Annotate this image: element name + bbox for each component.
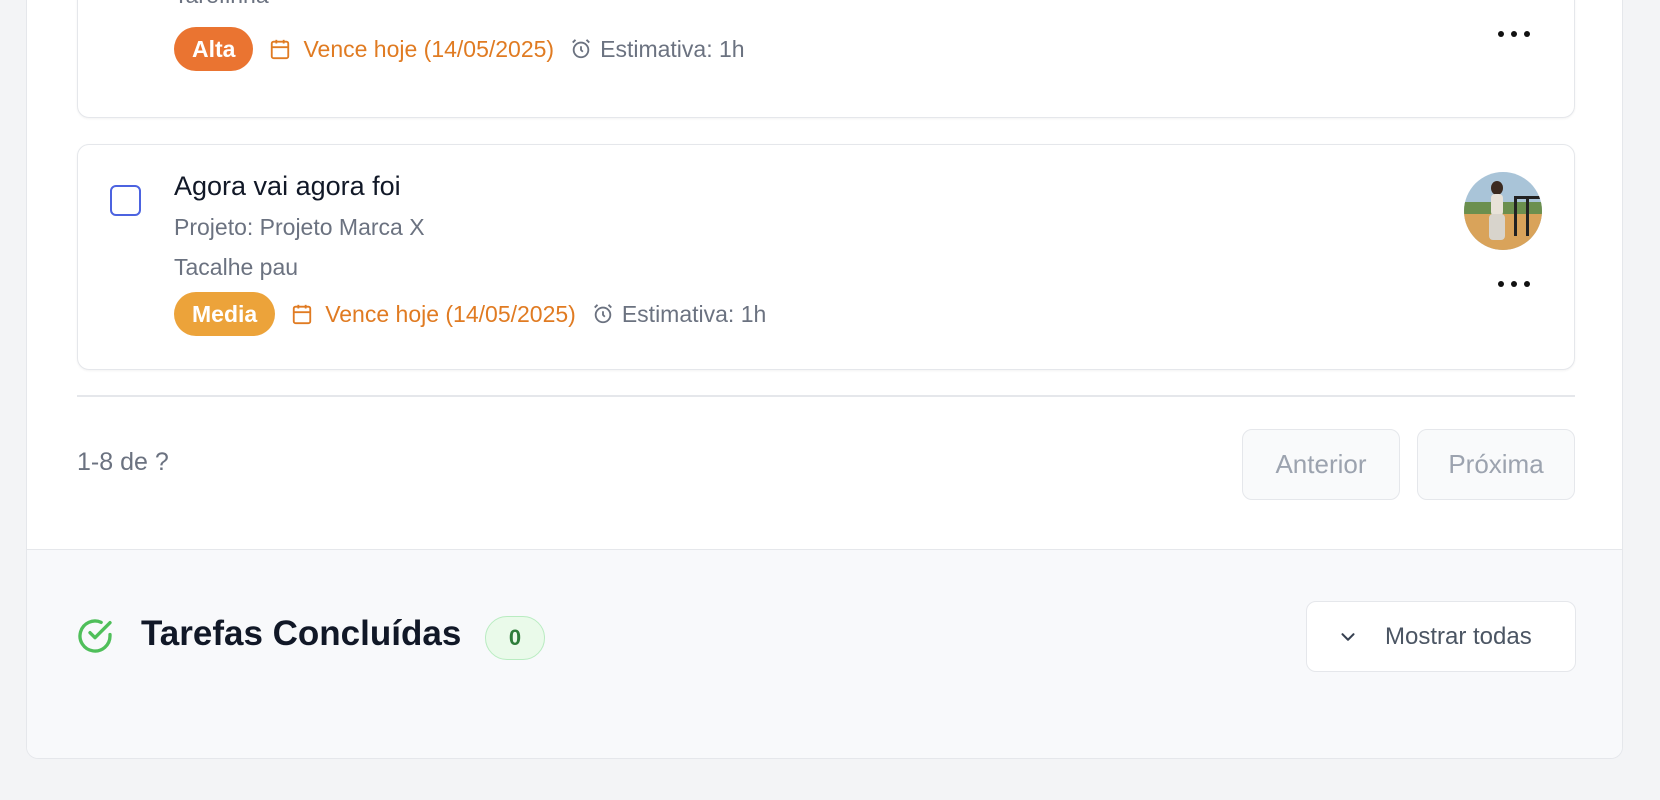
task-card[interactable]: Tarefinha Alta Vence hoje (14/05/2025) E… [77, 0, 1575, 118]
next-page-button[interactable]: Próxima [1417, 429, 1575, 500]
due-date-text: Vence hoje (14/05/2025) [325, 300, 576, 327]
more-options-icon[interactable] [1498, 22, 1530, 46]
task-description: Tarefinha [174, 0, 269, 9]
show-all-button[interactable]: Mostrar todas [1306, 601, 1576, 672]
section-title: Tarefas Concluídas [141, 614, 462, 653]
task-meta: Media Vence hoje (14/05/2025) Estimativa… [174, 292, 766, 336]
tasks-panel: Tarefinha Alta Vence hoje (14/05/2025) E… [26, 0, 1623, 759]
priority-badge: Alta [174, 27, 254, 71]
check-circle-icon [78, 619, 112, 653]
task-checkbox[interactable] [110, 185, 141, 216]
estimate: Estimativa: 1h [592, 301, 766, 328]
completed-tasks-section: Tarefas Concluídas 0 Mostrar todas [27, 549, 1622, 758]
alarm-clock-icon [593, 304, 612, 324]
task-card[interactable]: Agora vai agora foi Projeto: Projeto Mar… [77, 144, 1575, 370]
due-date: Vence hoje (14/05/2025) [269, 36, 554, 63]
due-date: Vence hoje (14/05/2025) [291, 301, 576, 328]
calendar-icon [271, 39, 290, 60]
calendar-icon [293, 304, 312, 325]
divider [77, 395, 1575, 397]
count-badge: 0 [485, 616, 545, 660]
pagination-range: 1-8 de ? [77, 448, 169, 476]
priority-badge: Media [174, 292, 276, 336]
estimate-text: Estimativa: 1h [600, 35, 745, 62]
alarm-clock-icon [572, 39, 591, 59]
more-options-icon[interactable] [1498, 272, 1530, 296]
task-title: Agora vai agora foi [174, 171, 401, 201]
estimate: Estimativa: 1h [570, 35, 745, 63]
show-all-label: Mostrar todas [1385, 622, 1532, 650]
estimate-text: Estimativa: 1h [621, 300, 767, 327]
task-project: Projeto: Projeto Marca X [174, 214, 425, 240]
chevron-down-icon [1341, 632, 1355, 641]
due-date-text: Vence hoje (14/05/2025) [303, 35, 555, 62]
task-meta: Alta Vence hoje (14/05/2025) Estimativa:… [174, 27, 745, 71]
task-description: Tacalhe pau [174, 254, 299, 280]
previous-page-button[interactable]: Anterior [1242, 429, 1400, 500]
avatar [1464, 172, 1542, 250]
